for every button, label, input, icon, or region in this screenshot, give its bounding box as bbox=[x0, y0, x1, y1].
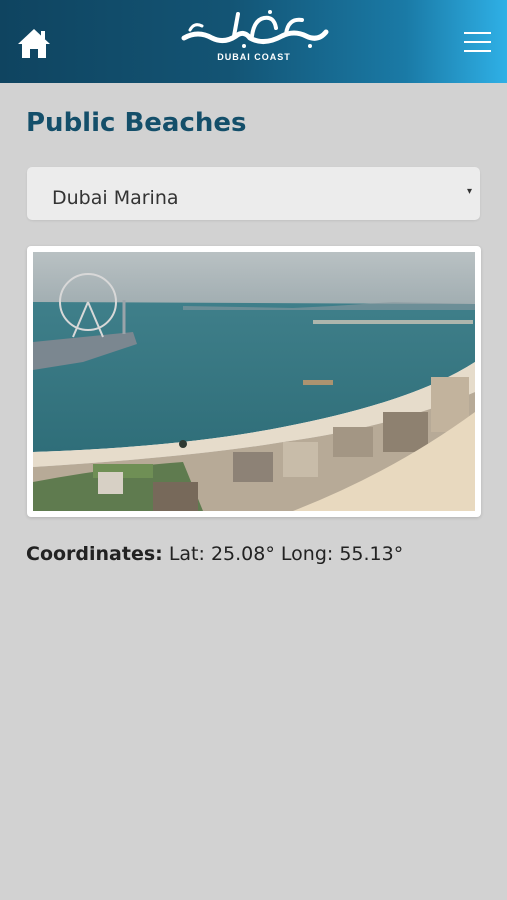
longitude-label: Long: bbox=[280, 543, 334, 565]
hamburger-menu-icon bbox=[464, 32, 491, 52]
home-button[interactable] bbox=[16, 27, 52, 61]
logo-subtitle: DUBAI COAST bbox=[217, 52, 291, 62]
home-icon bbox=[18, 29, 50, 58]
selected-beach: Dubai Marina bbox=[52, 187, 179, 209]
page-title: Public Beaches bbox=[26, 108, 247, 138]
longitude-value: 55.13° bbox=[339, 543, 404, 565]
coordinates-label: Coordinates: bbox=[26, 543, 163, 565]
arabic-calligraphy-logo bbox=[181, 10, 329, 48]
latitude-label: Lat: bbox=[168, 543, 205, 565]
coordinates-text: Coordinates: Lat: 25.08° Long: 55.13° bbox=[26, 543, 403, 565]
dubai-coast-logo: DUBAI COAST bbox=[178, 8, 330, 66]
app-header: DUBAI COAST bbox=[0, 0, 507, 83]
beach-photo bbox=[33, 252, 475, 511]
beach-photo-frame bbox=[27, 246, 481, 517]
beach-select-dropdown[interactable]: Dubai Marina ▾ bbox=[27, 167, 480, 220]
latitude-value: 25.08° bbox=[210, 543, 275, 565]
chevron-down-icon: ▾ bbox=[466, 186, 472, 197]
menu-button[interactable] bbox=[464, 31, 491, 53]
